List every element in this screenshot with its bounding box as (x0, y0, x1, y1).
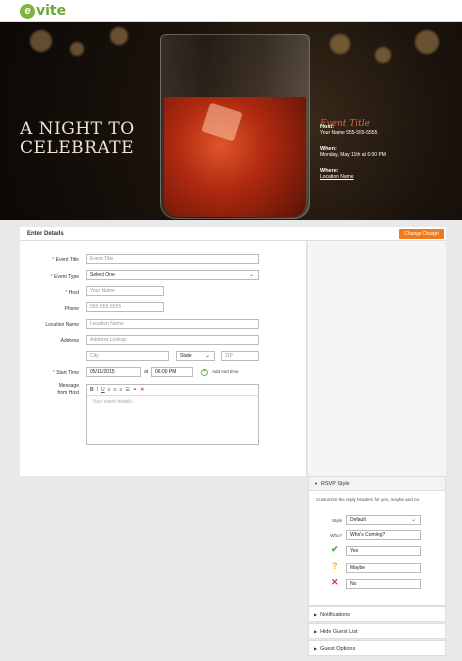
align-center-icon[interactable]: ≡ (114, 387, 117, 393)
hide-guest-list-label: Hide Guest List (320, 629, 358, 635)
who-label: Who? (330, 533, 342, 538)
phone-input[interactable]: 555-555-5555 (86, 302, 164, 312)
address-label: Address (60, 338, 79, 344)
add-icon[interactable]: + (201, 369, 208, 376)
event-title-label: * Event Title (52, 257, 79, 263)
guest-options-label: Guest Options (320, 646, 356, 652)
hide-guest-list-section[interactable]: ▶ Hide Guest List (308, 623, 446, 639)
details-header: Enter Details Change Design (20, 227, 446, 241)
message-placeholder: Your event details... (92, 399, 136, 405)
bokeh-light (30, 30, 52, 52)
logo-text: vite (36, 3, 67, 19)
bold-button[interactable]: B (90, 387, 94, 393)
change-design-button[interactable]: Change Design (399, 229, 444, 239)
question-icon: ? (332, 561, 338, 571)
bokeh-light (110, 27, 128, 45)
zip-input[interactable]: ZIP (221, 351, 259, 361)
when-preview: When: Monday, May 11th at 6:00 PM (320, 146, 386, 158)
triangle-down-icon: ▼ (314, 481, 318, 486)
maybe-input[interactable]: Maybe (346, 563, 421, 573)
chevron-down-icon: ⌄ (204, 353, 210, 359)
triangle-right-icon: ▶ (314, 629, 318, 634)
triangle-right-icon: ▶ (314, 646, 318, 651)
underline-button[interactable]: U (101, 387, 105, 393)
host-value: Your Name 555-555-5555 (320, 130, 378, 136)
details-label: Enter Details (27, 231, 64, 237)
host-input[interactable]: Your Name (86, 286, 164, 296)
yes-input[interactable]: Yes (346, 546, 421, 556)
checkmark-icon: ✔ (331, 544, 339, 554)
start-time-input[interactable]: 06:00 PM (151, 367, 193, 377)
message-label-line2: from Host (57, 390, 79, 396)
where-value[interactable]: Location Name (320, 174, 354, 180)
logo-mark: e (20, 3, 35, 19)
lower-area (20, 476, 307, 661)
rsvp-description: Customize the reply headers for yes, may… (316, 497, 421, 502)
event-type-label: * Event Type (50, 274, 79, 280)
who-input[interactable]: Who's Coming? (346, 530, 421, 540)
align-right-icon[interactable]: ≡ (119, 387, 122, 393)
x-icon: ✕ (331, 577, 339, 587)
guest-options-section[interactable]: ▶ Guest Options (308, 640, 446, 656)
link-icon[interactable]: ⚭ (133, 387, 137, 393)
phone-label: Phone (64, 306, 79, 312)
where-preview: Where: Location Name (320, 168, 354, 180)
top-bar: e vite (0, 0, 462, 22)
rsvp-style-select[interactable]: Default ⌄ (346, 515, 421, 525)
event-type-value: Select One (90, 272, 115, 278)
sidebar-panel (308, 241, 446, 476)
message-label-line1: Message (58, 383, 79, 389)
clear-format-icon[interactable]: ✕ (140, 387, 144, 393)
invitation-hero: A NIGHT TO CELEBRATE Event Title Host: Y… (0, 22, 462, 220)
when-value: Monday, May 11th at 6:00 PM (320, 152, 386, 158)
event-type-select[interactable]: Select One ⌄ (86, 270, 259, 280)
location-name-input[interactable]: Location Name (86, 319, 259, 329)
state-select[interactable]: State ⌄ (176, 351, 215, 361)
list-icon[interactable]: ☰ (125, 387, 129, 393)
align-left-icon[interactable]: ≡ (108, 387, 111, 393)
rsvp-style-value: Default (350, 517, 366, 523)
italic-button[interactable]: I (97, 387, 98, 393)
no-input[interactable]: No (346, 579, 421, 589)
start-date-input[interactable]: 05/11/2015 (86, 367, 141, 377)
bokeh-light (415, 30, 439, 54)
triangle-right-icon: ▶ (314, 612, 318, 617)
bokeh-light (375, 47, 391, 63)
hero-title-line2: CELEBRATE (20, 138, 135, 158)
hero-title-line1: A NIGHT TO (20, 119, 135, 139)
message-label: Message from Host (19, 383, 79, 397)
location-name-label: Location Name (45, 322, 79, 328)
start-time-label: * Start Time (52, 370, 79, 376)
address-input[interactable]: Address Lookup (86, 335, 259, 345)
evite-logo[interactable]: e vite (20, 3, 66, 19)
host-label: * Host (65, 290, 79, 296)
notifications-section[interactable]: ▶ Notifications (308, 606, 446, 622)
bokeh-light (330, 34, 350, 54)
editor-toolbar: B I U ≡ ≡ ≡ ☰ ⚭ ✕ (87, 385, 258, 396)
rsvp-style-header[interactable]: ▼ RSVP Style (309, 477, 445, 491)
city-input[interactable]: City (86, 351, 169, 361)
notifications-label: Notifications (320, 612, 351, 618)
chevron-down-icon: ⌄ (248, 272, 254, 278)
rsvp-style-heading: RSVP Style (320, 481, 350, 487)
bokeh-light (70, 42, 84, 56)
at-label: at (144, 369, 149, 375)
chevron-down-icon: ⌄ (410, 517, 416, 523)
hero-title: A NIGHT TO CELEBRATE (20, 120, 135, 158)
host-preview: Host: Your Name 555-555-5555 (320, 124, 377, 136)
message-editor[interactable]: B I U ≡ ≡ ≡ ☰ ⚭ ✕ Your event details... (86, 384, 259, 445)
style-label: Style (331, 518, 342, 523)
state-value: State (180, 353, 192, 359)
add-end-time-link[interactable]: Add end time (212, 369, 239, 374)
event-title-input[interactable]: Event Title (86, 254, 259, 264)
